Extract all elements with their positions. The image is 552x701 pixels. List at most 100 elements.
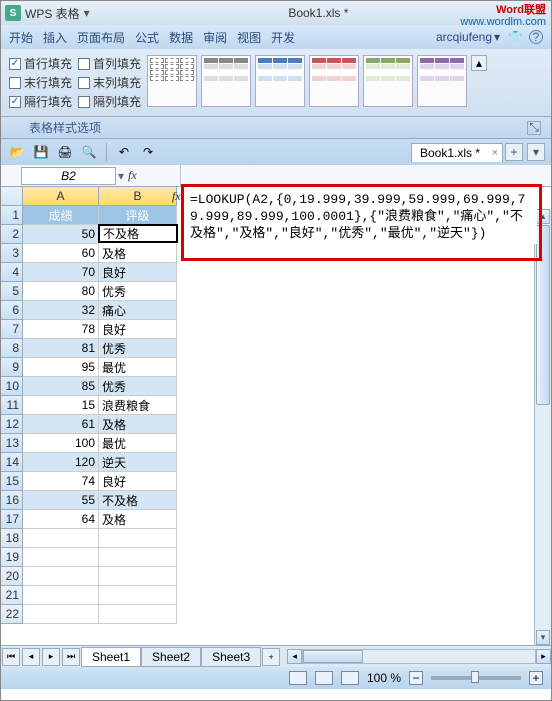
cell[interactable] xyxy=(23,529,99,548)
skin-icon[interactable]: 👕 xyxy=(508,30,523,44)
ribbon-expand-icon[interactable]: ⤡ xyxy=(527,121,541,135)
table-style-red[interactable] xyxy=(309,55,359,107)
row-header[interactable]: 12 xyxy=(1,415,23,434)
menu-pagelayout[interactable]: 页面布局 xyxy=(77,29,125,46)
sheet-nav-last[interactable]: ⏭ xyxy=(62,648,80,666)
table-style-none[interactable] xyxy=(147,55,197,107)
row-header[interactable]: 22 xyxy=(1,605,23,624)
cell[interactable]: 100 xyxy=(23,434,99,453)
row-header[interactable]: 13 xyxy=(1,434,23,453)
scroll-right-button[interactable]: ▸ xyxy=(536,649,551,664)
row-header[interactable]: 10 xyxy=(1,377,23,396)
menu-data[interactable]: 数据 xyxy=(169,29,193,46)
menu-formulas[interactable]: 公式 xyxy=(135,29,159,46)
zoom-level[interactable]: 100 % xyxy=(367,671,401,685)
cell[interactable]: 95 xyxy=(23,358,99,377)
row-header[interactable]: 14 xyxy=(1,453,23,472)
cell[interactable]: 优秀 xyxy=(99,377,177,396)
check-last-row[interactable]: 末行填充 xyxy=(9,74,72,91)
cell[interactable]: 痛心 xyxy=(99,301,177,320)
menu-review[interactable]: 审阅 xyxy=(203,29,227,46)
cell[interactable]: 及格 xyxy=(99,415,177,434)
menu-insert[interactable]: 插入 xyxy=(43,29,67,46)
cell[interactable] xyxy=(99,529,177,548)
row-header[interactable]: 5 xyxy=(1,282,23,301)
cell[interactable]: 81 xyxy=(23,339,99,358)
cell-header[interactable]: 评级 xyxy=(99,206,177,225)
sheet-nav-first[interactable]: ⏮ xyxy=(2,648,20,666)
row-header[interactable]: 9 xyxy=(1,358,23,377)
row-header[interactable]: 8 xyxy=(1,339,23,358)
check-first-col[interactable]: 首列填充 xyxy=(78,55,141,72)
col-header-B[interactable]: B xyxy=(99,187,177,206)
cell[interactable] xyxy=(99,586,177,605)
check-last-col[interactable]: 末列填充 xyxy=(78,74,141,91)
cell[interactable]: 不及格 xyxy=(99,491,177,510)
cell[interactable]: 优秀 xyxy=(99,339,177,358)
col-header-A[interactable]: A xyxy=(23,187,99,206)
row-header[interactable]: 17 xyxy=(1,510,23,529)
cell[interactable] xyxy=(99,605,177,624)
sheet-tab-1[interactable]: Sheet1 xyxy=(81,647,141,667)
cell[interactable] xyxy=(23,548,99,567)
cell[interactable] xyxy=(99,548,177,567)
view-pagelayout-icon[interactable] xyxy=(315,671,333,685)
cell-header[interactable]: 成绩 xyxy=(23,206,99,225)
view-normal-icon[interactable] xyxy=(289,671,307,685)
check-first-row[interactable]: ✓首行填充 xyxy=(9,55,72,72)
sheet-nav-next[interactable]: ▸ xyxy=(42,648,60,666)
cell[interactable]: 及格 xyxy=(99,244,177,263)
scroll-left-button[interactable]: ◂ xyxy=(287,649,302,664)
cell[interactable]: 良好 xyxy=(99,263,177,282)
row-header[interactable]: 11 xyxy=(1,396,23,415)
cell[interactable]: 80 xyxy=(23,282,99,301)
h-scroll-thumb[interactable] xyxy=(303,650,363,663)
cell[interactable]: 15 xyxy=(23,396,99,415)
fx-icon[interactable]: fx xyxy=(128,168,137,183)
add-tab-button[interactable]: + xyxy=(505,143,523,161)
cell[interactable]: 优秀 xyxy=(99,282,177,301)
cell[interactable]: 浪费粮食 xyxy=(99,396,177,415)
sheet-tab-2[interactable]: Sheet2 xyxy=(141,647,201,667)
sheet-nav-prev[interactable]: ◂ xyxy=(22,648,40,666)
row-header[interactable]: 16 xyxy=(1,491,23,510)
close-tab-icon[interactable]: × xyxy=(492,147,498,159)
user-menu[interactable]: arcqiufeng▾ 👕 ? xyxy=(436,30,543,44)
table-style-green[interactable] xyxy=(363,55,413,107)
view-pagebreak-icon[interactable] xyxy=(341,671,359,685)
cell[interactable]: 78 xyxy=(23,320,99,339)
help-icon[interactable]: ? xyxy=(529,30,543,44)
spreadsheet-grid[interactable]: AB1成绩评级250不及格360及格470良好580优秀632痛心778良好88… xyxy=(1,187,181,624)
sheet-tab-3[interactable]: Sheet3 xyxy=(201,647,261,667)
menu-developer[interactable]: 开发 xyxy=(271,29,295,46)
cell[interactable]: 85 xyxy=(23,377,99,396)
row-header[interactable]: 3 xyxy=(1,244,23,263)
table-style-gray[interactable] xyxy=(201,55,251,107)
cell[interactable]: 32 xyxy=(23,301,99,320)
cell[interactable]: 逆天 xyxy=(99,453,177,472)
zoom-in-button[interactable]: + xyxy=(529,671,543,685)
cell[interactable]: 70 xyxy=(23,263,99,282)
row-header[interactable]: 7 xyxy=(1,320,23,339)
gallery-scroll-up[interactable]: ▴ xyxy=(471,55,487,71)
cell[interactable]: 55 xyxy=(23,491,99,510)
cell[interactable]: 良好 xyxy=(99,472,177,491)
table-style-blue[interactable] xyxy=(255,55,305,107)
open-icon[interactable]: 📂 xyxy=(7,142,27,162)
horizontal-scrollbar[interactable]: ◂ ▸ xyxy=(287,649,551,664)
row-header[interactable]: 2 xyxy=(1,225,23,244)
save-icon[interactable]: 💾 xyxy=(31,142,51,162)
cell[interactable]: 最优 xyxy=(99,434,177,453)
scroll-down-button[interactable]: ▾ xyxy=(536,630,550,645)
row-header[interactable]: 1 xyxy=(1,206,23,225)
cell[interactable]: 74 xyxy=(23,472,99,491)
check-banded-row[interactable]: ✓隔行填充 xyxy=(9,93,72,110)
table-style-purple[interactable] xyxy=(417,55,467,107)
cell[interactable]: 64 xyxy=(23,510,99,529)
select-all-corner[interactable] xyxy=(1,187,23,206)
row-header[interactable]: 15 xyxy=(1,472,23,491)
row-header[interactable]: 6 xyxy=(1,301,23,320)
document-tab[interactable]: Book1.xls * × xyxy=(411,143,503,162)
cell[interactable]: 及格 xyxy=(99,510,177,529)
cell[interactable]: 良好 xyxy=(99,320,177,339)
